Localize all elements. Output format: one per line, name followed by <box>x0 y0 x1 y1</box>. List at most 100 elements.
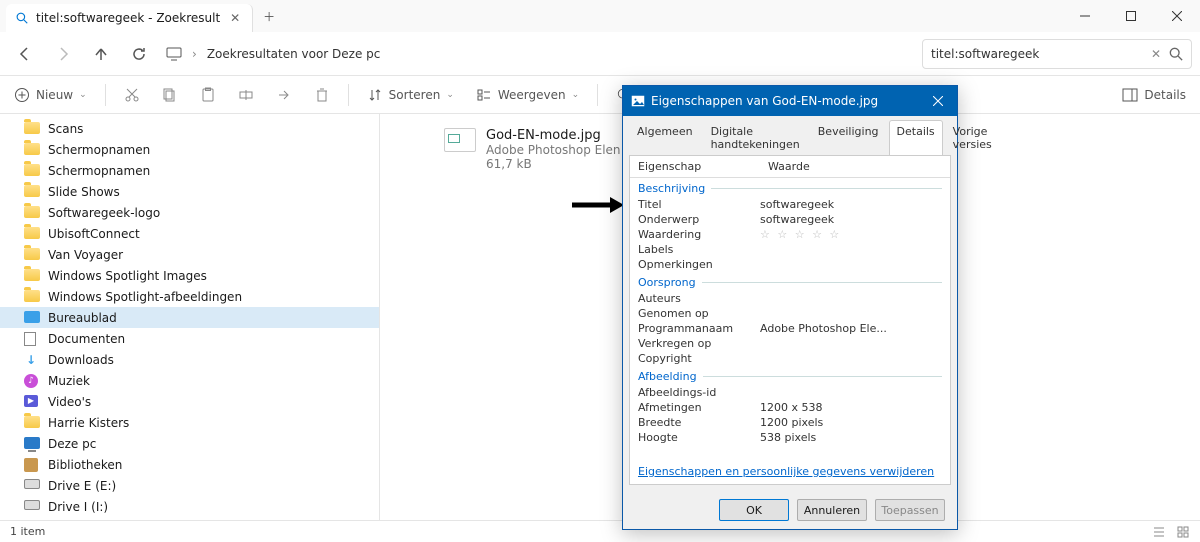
property-row[interactable]: Opmerkingen <box>630 257 950 272</box>
new-button[interactable]: Nieuw ⌄ <box>10 81 91 109</box>
sidebar-item-label: Video's <box>48 395 91 409</box>
close-tab-icon[interactable]: ✕ <box>228 11 242 25</box>
sidebar-item[interactable]: Documenten <box>0 328 379 349</box>
refresh-button[interactable] <box>122 37 156 71</box>
icons-view-button[interactable] <box>1176 525 1190 539</box>
sidebar-item[interactable]: Van Voyager <box>0 244 379 265</box>
breadcrumb[interactable]: › Zoekresultaten voor Deze pc <box>160 47 908 61</box>
sidebar-item[interactable]: Bibliotheken <box>0 454 379 475</box>
property-row[interactable]: ProgrammanaamAdobe Photoshop Ele... <box>630 321 950 336</box>
remove-properties-link[interactable]: Eigenschappen en persoonlijke gegevens v… <box>630 459 950 484</box>
search-input[interactable] <box>931 47 1143 61</box>
sidebar-item-label: Slide Shows <box>48 185 120 199</box>
sidebar-item[interactable]: ♪Muziek <box>0 370 379 391</box>
sidebar-item[interactable]: Drive E (E:) <box>0 475 379 496</box>
property-row[interactable]: Waardering☆ ☆ ☆ ☆ ☆ <box>630 227 950 242</box>
dialog-tab[interactable]: Beveiliging <box>810 120 887 155</box>
property-row[interactable]: Hoogte538 pixels <box>630 430 950 445</box>
back-button[interactable] <box>8 37 42 71</box>
property-value <box>760 258 942 271</box>
property-row[interactable]: Genomen op <box>630 306 950 321</box>
property-group: Beschrijving <box>630 178 950 197</box>
new-tab-button[interactable]: ＋ <box>253 0 285 32</box>
properties-table[interactable]: Eigenschap Waarde BeschrijvingTitelsoftw… <box>630 156 950 459</box>
sidebar-item[interactable]: Deze pc <box>0 433 379 454</box>
dialog-titlebar[interactable]: Eigenschappen van God-EN-mode.jpg <box>623 86 957 116</box>
property-key: Programmanaam <box>638 322 760 335</box>
property-row[interactable]: Onderwerpsoftwaregeek <box>630 212 950 227</box>
sidebar-item-label: Drive I (I:) <box>48 500 108 514</box>
close-window-button[interactable] <box>1154 0 1200 32</box>
clear-search-icon[interactable]: ✕ <box>1151 47 1161 61</box>
property-value: 1200 pixels <box>760 416 942 429</box>
sidebar-item[interactable]: ↓Downloads <box>0 349 379 370</box>
chevron-down-icon: ⌄ <box>79 90 87 100</box>
up-button[interactable] <box>84 37 118 71</box>
annotation-arrow <box>570 195 626 215</box>
property-row[interactable]: Verkregen op <box>630 336 950 351</box>
cancel-button[interactable]: Annuleren <box>797 499 867 521</box>
copy-button[interactable] <box>158 81 182 109</box>
property-key: Onderwerp <box>638 213 760 226</box>
dialog-tab[interactable]: Vorige versies <box>945 120 1000 155</box>
cut-button[interactable] <box>120 81 144 109</box>
sidebar-item[interactable]: Windows Spotlight Images <box>0 265 379 286</box>
dialog-tab[interactable]: Algemeen <box>629 120 701 155</box>
share-button[interactable] <box>272 81 296 109</box>
sidebar-item-label: Muziek <box>48 374 90 388</box>
folder-icon <box>24 122 40 136</box>
property-value <box>760 352 942 365</box>
property-row[interactable]: Afbeeldings-id <box>630 385 950 400</box>
sidebar-item-label: Van Voyager <box>48 248 123 262</box>
browser-tab[interactable]: titel:softwaregeek - Zoekresult ✕ <box>6 4 253 32</box>
sidebar-item[interactable]: Windows Spotlight-afbeeldingen <box>0 286 379 307</box>
sidebar-item[interactable]: Schermopnamen <box>0 160 379 181</box>
sidebar-item[interactable]: UbisoftConnect <box>0 223 379 244</box>
property-row[interactable]: Auteurs <box>630 291 950 306</box>
sidebar-item[interactable]: Bureaublad <box>0 307 379 328</box>
maximize-button[interactable] <box>1108 0 1154 32</box>
property-key: Hoogte <box>638 431 760 444</box>
sidebar-tree[interactable]: ScansSchermopnamenSchermopnamenSlide Sho… <box>0 114 380 520</box>
delete-button[interactable] <box>310 81 334 109</box>
sidebar-item-label: Harrie Kisters <box>48 416 129 430</box>
property-row[interactable]: Afmetingen1200 x 538 <box>630 400 950 415</box>
folder-icon <box>24 185 40 199</box>
dialog-tab[interactable]: Digitale handtekeningen <box>703 120 808 155</box>
folder-icon <box>24 248 40 262</box>
dialog-close-button[interactable] <box>925 90 951 112</box>
dialog-tab[interactable]: Details <box>889 120 943 155</box>
sidebar-item-label: Windows Spotlight-afbeeldingen <box>48 290 242 304</box>
search-box[interactable]: ✕ <box>922 39 1192 69</box>
property-value: 1200 x 538 <box>760 401 942 414</box>
sidebar-item[interactable]: Softwaregeek-logo <box>0 202 379 223</box>
sidebar-item[interactable]: Scans <box>0 118 379 139</box>
sort-icon <box>367 87 383 103</box>
details-view-button[interactable] <box>1152 525 1166 539</box>
ok-button[interactable]: OK <box>719 499 789 521</box>
sidebar-item[interactable]: Schermopnamen <box>0 139 379 160</box>
sort-button[interactable]: Sorteren ⌄ <box>363 81 458 109</box>
property-row[interactable]: Breedte1200 pixels <box>630 415 950 430</box>
properties-dialog: Eigenschappen van God-EN-mode.jpg Algeme… <box>622 85 958 530</box>
breadcrumb-label: Zoekresultaten voor Deze pc <box>207 47 381 61</box>
sidebar-item[interactable]: ▶Video's <box>0 391 379 412</box>
minimize-button[interactable] <box>1062 0 1108 32</box>
rename-button[interactable] <box>234 81 258 109</box>
property-value <box>760 337 942 350</box>
window-titlebar: titel:softwaregeek - Zoekresult ✕ ＋ <box>0 0 1200 32</box>
property-value: softwaregeek <box>760 213 942 226</box>
details-pane-button[interactable]: Details <box>1118 81 1190 109</box>
property-row[interactable]: Labels <box>630 242 950 257</box>
sidebar-item[interactable]: Drive I (I:) <box>0 496 379 517</box>
property-row[interactable]: Titelsoftwaregeek <box>630 197 950 212</box>
forward-button[interactable] <box>46 37 80 71</box>
sidebar-item[interactable]: Harrie Kisters <box>0 412 379 433</box>
sidebar-item[interactable]: Slide Shows <box>0 181 379 202</box>
search-icon[interactable] <box>1169 47 1183 61</box>
property-value <box>760 292 942 305</box>
view-button[interactable]: Weergeven ⌄ <box>472 81 583 109</box>
apply-button[interactable]: Toepassen <box>875 499 945 521</box>
paste-button[interactable] <box>196 81 220 109</box>
property-row[interactable]: Copyright <box>630 351 950 366</box>
